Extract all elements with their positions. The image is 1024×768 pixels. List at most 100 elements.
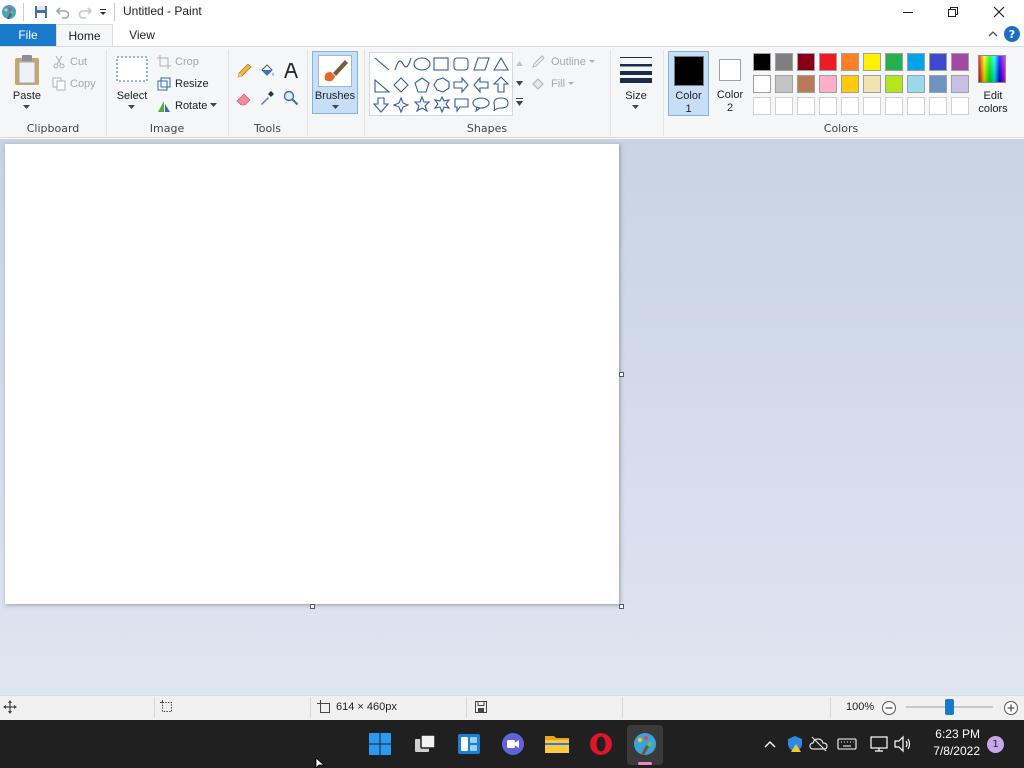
show-hidden-icons-button[interactable] bbox=[762, 736, 778, 752]
network-tray-icon[interactable] bbox=[869, 735, 889, 753]
opera-browser-button[interactable] bbox=[586, 729, 616, 759]
start-button[interactable] bbox=[365, 729, 395, 759]
magnifier-tool[interactable] bbox=[281, 88, 301, 108]
task-view-button[interactable] bbox=[410, 729, 440, 759]
palette-swatch[interactable] bbox=[797, 75, 815, 93]
palette-swatch[interactable] bbox=[841, 75, 859, 93]
redo-icon[interactable] bbox=[75, 0, 95, 24]
select-button[interactable]: Select bbox=[113, 52, 151, 112]
size-label: Size bbox=[625, 90, 647, 102]
text-tool[interactable] bbox=[281, 61, 301, 81]
palette-custom-swatch[interactable] bbox=[797, 97, 815, 115]
size-button[interactable]: Size bbox=[615, 52, 657, 114]
paint-taskbar-button[interactable] bbox=[630, 729, 660, 759]
tab-home[interactable]: Home bbox=[56, 24, 113, 47]
palette-swatch[interactable] bbox=[753, 75, 771, 93]
drawing-canvas[interactable] bbox=[5, 144, 619, 604]
palette-swatch[interactable] bbox=[753, 53, 771, 71]
file-explorer-button[interactable] bbox=[542, 729, 572, 759]
outline-label: Outline bbox=[551, 55, 586, 68]
fill-tool[interactable] bbox=[257, 61, 277, 81]
group-label-colors: Colors bbox=[823, 122, 859, 135]
canvas-resize-handle-corner[interactable] bbox=[619, 604, 624, 609]
brushes-label: Brushes bbox=[314, 90, 356, 102]
palette-swatch[interactable] bbox=[907, 75, 925, 93]
color2-button[interactable]: Color 2 bbox=[711, 51, 749, 116]
palette-custom-swatch[interactable] bbox=[841, 97, 859, 115]
customize-toolbar-icon[interactable] bbox=[96, 0, 110, 24]
copy-button[interactable]: Copy bbox=[52, 75, 104, 92]
palette-swatch[interactable] bbox=[797, 53, 815, 71]
palette-custom-swatch[interactable] bbox=[753, 97, 771, 115]
undo-icon[interactable] bbox=[53, 0, 73, 24]
volume-tray-icon[interactable] bbox=[893, 735, 913, 753]
paste-button[interactable]: Paste bbox=[9, 52, 45, 112]
palette-custom-swatch[interactable] bbox=[885, 97, 903, 115]
widgets-button[interactable] bbox=[454, 729, 484, 759]
collapse-ribbon-icon[interactable] bbox=[986, 27, 1000, 41]
security-tray-icon[interactable] bbox=[786, 735, 804, 753]
close-button[interactable] bbox=[976, 0, 1022, 24]
palette-swatch[interactable] bbox=[885, 75, 903, 93]
palette-swatch[interactable] bbox=[907, 53, 925, 71]
speaker-icon bbox=[894, 735, 911, 753]
canvas-size-text: 614 × 460px bbox=[336, 701, 397, 713]
palette-swatch[interactable] bbox=[863, 75, 881, 93]
fill-dropdown[interactable]: Fill bbox=[531, 75, 603, 92]
palette-swatch[interactable] bbox=[951, 53, 969, 71]
edit-colors-button[interactable]: Edit colors bbox=[975, 52, 1011, 116]
notification-badge[interactable]: 1 bbox=[987, 736, 1004, 753]
zoom-slider-thumb[interactable] bbox=[945, 699, 954, 715]
palette-swatch[interactable] bbox=[819, 53, 837, 71]
palette-custom-swatch[interactable] bbox=[863, 97, 881, 115]
palette-swatch[interactable] bbox=[775, 75, 793, 93]
crop-icon bbox=[157, 54, 171, 69]
palette-swatch[interactable] bbox=[885, 53, 903, 71]
tab-view[interactable]: View bbox=[120, 24, 164, 46]
palette-swatch[interactable] bbox=[819, 75, 837, 93]
palette-custom-swatch[interactable] bbox=[907, 97, 925, 115]
paint-bucket-icon bbox=[261, 64, 274, 76]
shield-warning-icon bbox=[788, 736, 802, 752]
keyboard-tray-icon[interactable] bbox=[837, 736, 857, 752]
crop-button[interactable]: Crop bbox=[157, 53, 225, 70]
palette-custom-swatch[interactable] bbox=[819, 97, 837, 115]
brushes-button[interactable]: Brushes bbox=[312, 51, 358, 114]
canvas-resize-handle-bottom[interactable] bbox=[310, 604, 315, 609]
help-icon[interactable]: ? bbox=[1004, 26, 1020, 42]
zoom-in-button[interactable] bbox=[1003, 700, 1019, 716]
palette-swatch[interactable] bbox=[951, 75, 969, 93]
onedrive-tray-icon[interactable] bbox=[809, 735, 829, 753]
color1-button[interactable]: Color 1 bbox=[668, 51, 709, 116]
shapes-gallery[interactable] bbox=[369, 52, 513, 116]
tab-file[interactable]: File bbox=[0, 24, 56, 46]
paint-app-icon[interactable] bbox=[0, 0, 18, 24]
zoom-out-button[interactable] bbox=[881, 700, 897, 716]
palette-custom-swatch[interactable] bbox=[929, 97, 947, 115]
outline-dropdown[interactable]: Outline bbox=[531, 53, 603, 70]
cut-button[interactable]: Cut bbox=[52, 53, 104, 70]
chat-button[interactable] bbox=[498, 729, 528, 759]
color2-swatch bbox=[719, 59, 741, 81]
maximize-button[interactable] bbox=[930, 0, 976, 24]
eraser-tool[interactable] bbox=[234, 88, 254, 108]
clock-date[interactable]: 7/8/2022 bbox=[920, 744, 980, 758]
minimize-button[interactable] bbox=[885, 0, 931, 24]
palette-custom-swatch[interactable] bbox=[951, 97, 969, 115]
resize-button[interactable]: Resize bbox=[157, 75, 225, 92]
palette-swatch[interactable] bbox=[863, 53, 881, 71]
save-icon[interactable] bbox=[31, 0, 51, 24]
zoom-level-text: 100% bbox=[846, 701, 875, 713]
palette-swatch[interactable] bbox=[841, 53, 859, 71]
palette-swatch[interactable] bbox=[775, 53, 793, 71]
palette-swatch[interactable] bbox=[929, 53, 947, 71]
color-picker-tool[interactable] bbox=[257, 88, 277, 108]
rotate-button[interactable]: Rotate bbox=[157, 97, 225, 114]
palette-swatch[interactable] bbox=[929, 75, 947, 93]
shapes-scrollbar[interactable] bbox=[514, 52, 525, 116]
clock-time[interactable]: 6:23 PM bbox=[924, 727, 980, 741]
canvas-resize-handle-right[interactable] bbox=[619, 372, 624, 377]
pencil-tool[interactable] bbox=[234, 61, 254, 81]
clipboard-icon bbox=[15, 55, 39, 85]
palette-custom-swatch[interactable] bbox=[775, 97, 793, 115]
